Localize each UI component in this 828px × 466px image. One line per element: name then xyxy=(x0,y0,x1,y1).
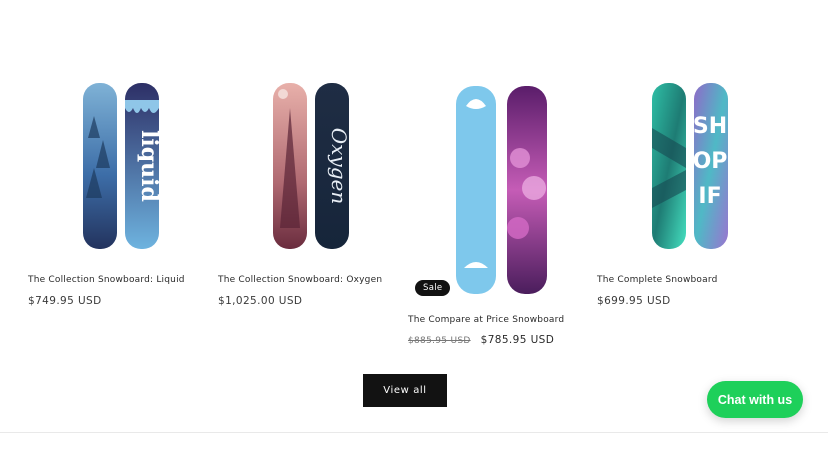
product-title[interactable]: The Complete Snowboard xyxy=(597,274,775,286)
svg-text:IF: IF xyxy=(698,184,721,209)
product-card[interactable]: Sale The Compare at Price Snowboard $885… xyxy=(408,78,586,346)
product-card[interactable]: SH OP IF The Complete Snowboard $699.95 … xyxy=(597,78,775,308)
product-title[interactable]: The Collection Snowboard: Liquid xyxy=(28,274,206,286)
product-image-oxygen[interactable]: Oxygen xyxy=(218,78,396,256)
product-grid: liquid The Collection Snowboard: Liquid … xyxy=(0,0,828,370)
svg-text:liquid: liquid xyxy=(136,130,162,202)
section-divider xyxy=(0,432,828,433)
product-title[interactable]: The Collection Snowboard: Oxygen xyxy=(218,274,396,286)
view-all-button[interactable]: View all xyxy=(363,374,447,407)
product-image-complete[interactable]: SH OP IF xyxy=(597,78,775,256)
compare-at-price: $885.95 USD xyxy=(408,336,471,346)
product-image-compare[interactable]: Sale xyxy=(408,78,586,296)
svg-text:OP: OP xyxy=(693,149,728,174)
sale-price: $785.95 USD xyxy=(480,334,555,346)
sale-badge: Sale xyxy=(415,280,451,296)
svg-text:Oxygen: Oxygen xyxy=(327,128,351,205)
product-price: $749.95 USD xyxy=(28,295,102,307)
chat-with-us-button[interactable]: Chat with us xyxy=(707,381,803,418)
product-image-liquid[interactable]: liquid xyxy=(28,78,206,256)
product-price: $699.95 USD xyxy=(597,295,671,307)
product-title[interactable]: The Compare at Price Snowboard xyxy=(408,314,586,326)
price-row: $885.95 USD $785.95 USD xyxy=(408,334,586,346)
product-card[interactable]: Oxygen The Collection Snowboard: Oxygen … xyxy=(218,78,396,308)
product-price: $1,025.00 USD xyxy=(218,295,303,307)
product-card[interactable]: liquid The Collection Snowboard: Liquid … xyxy=(28,78,206,308)
svg-text:SH: SH xyxy=(693,114,727,139)
